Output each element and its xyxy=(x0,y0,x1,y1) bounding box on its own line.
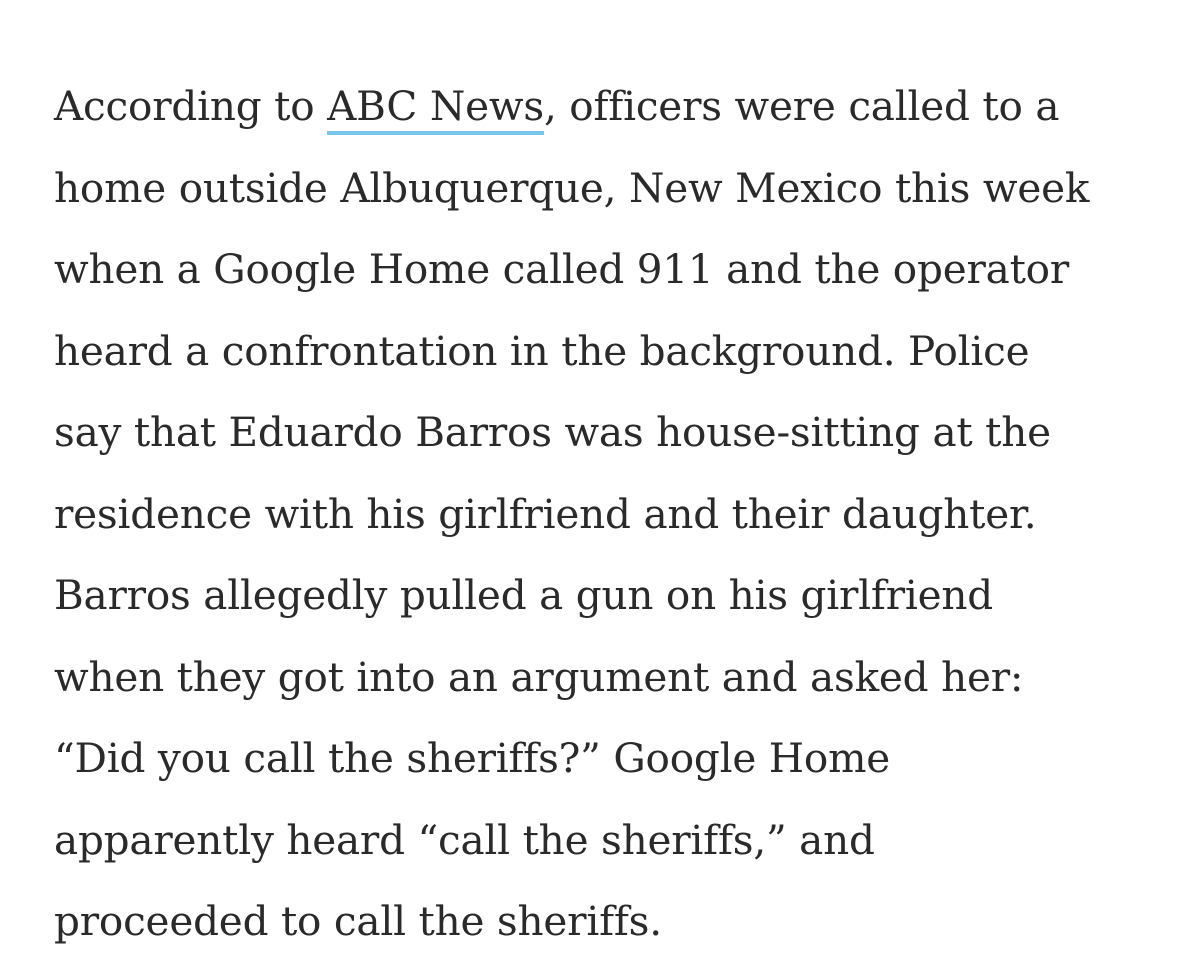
line1-after-link-text: , officers were called to a xyxy=(543,82,1060,130)
paragraph-line-7: Barros allegedly pulled a gun on his gir… xyxy=(54,571,993,619)
paragraph-line-5: say that Eduardo Barros was house-sittin… xyxy=(54,408,1051,456)
article-paragraph: According to ABC News, officers were cal… xyxy=(54,66,1174,963)
paragraph-line-6: residence with his girlfriend and their … xyxy=(54,489,1037,538)
paragraph-line-2: home outside Albuquerque, New Mexico thi… xyxy=(54,163,1090,212)
paragraph-line-4: heard a confrontation in the background.… xyxy=(54,326,1030,375)
paragraph-line-11: proceeded to call the sheriffs. xyxy=(54,897,662,945)
paragraph-line-8: when they got into an argument and asked… xyxy=(54,652,1024,701)
paragraph-line-10: apparently heard “call the sheriffs,” an… xyxy=(54,815,875,864)
line1-before-link-text: According to xyxy=(54,82,328,130)
paragraph-line-9: “Did you call the sheriffs?” Google Home xyxy=(54,734,891,782)
abc-news-link[interactable]: ABC News xyxy=(327,82,544,135)
paragraph-line-3: when a Google Home called 911 and the op… xyxy=(54,245,1069,293)
paragraph-line-1: According to ABC News, officers were cal… xyxy=(54,66,1174,148)
article-body: According to ABC News, officers were cal… xyxy=(54,66,1174,963)
